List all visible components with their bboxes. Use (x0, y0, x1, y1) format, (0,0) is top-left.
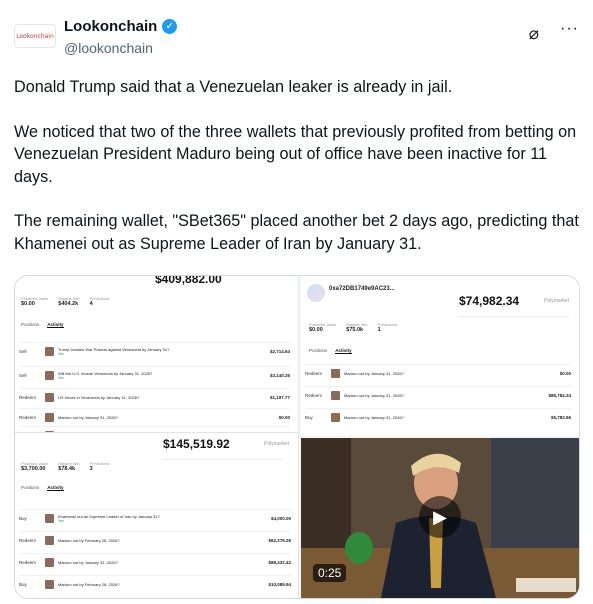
stat: Biggest Win $78.4k (58, 461, 80, 472)
tweet-text: Donald Trump said that a Venezuelan leak… (14, 76, 579, 277)
tab-activity[interactable]: Activity (47, 322, 64, 328)
screenshot-right[interactable]: 0xa72DB1749e9AC23... $74,982.34 Polymark… (301, 276, 579, 436)
chart-baseline (459, 316, 569, 317)
tweet-paragraph: The remaining wallet, "SBet365" placed a… (14, 212, 579, 253)
stat: Predictions 4 (89, 296, 110, 307)
handle[interactable]: @lookonchain (64, 40, 153, 56)
market-thumb (331, 391, 340, 400)
activity-row: Redeem US forces in Venezuela by January… (19, 388, 290, 406)
activity-row: Redeem Maduro out by February 28, 2026? … (19, 531, 291, 549)
tab-positions[interactable]: Positions (21, 322, 39, 328)
market-thumb (45, 536, 54, 545)
media-grid[interactable]: $409,882.00 Positions Value $0.00 Biggest… (14, 275, 580, 599)
name-row: Lookonchain ✓ (64, 18, 178, 35)
stats-row: Positions Value $0.00 Biggest Win $404.2k … (21, 296, 109, 307)
big-value: $74,982.34 (459, 294, 520, 308)
wallet-address: 0xa72DB1749e9AC23... (329, 286, 395, 292)
tweet-header: Lookonchain Lookonchain ✓ @lookonchain ⌀… (14, 12, 579, 62)
market-thumb (331, 369, 340, 378)
second-big-value: $145,519.92 (163, 437, 230, 451)
tab-activity[interactable]: Activity (47, 485, 64, 491)
activity-row: Sell Will the U.S. invade Venezuela by J… (19, 366, 290, 384)
activity-row: Buy Maduro out by February 28, 2026? $10… (19, 575, 291, 593)
tabs: Positions Activity (21, 322, 64, 328)
verified-badge-icon: ✓ (162, 19, 178, 34)
avatar[interactable]: Lookonchain (14, 24, 56, 48)
activity-row: Redeem Maduro out by January 31, 2026? $… (305, 386, 571, 404)
grok-icon[interactable]: ⌀ (529, 24, 539, 44)
stat: Predictions 3 (89, 461, 110, 472)
activity-row: Redeem Maduro out by January 31, 2026? $… (19, 553, 291, 571)
market-thumb (45, 413, 54, 422)
chart-baseline (163, 459, 283, 460)
tweet-paragraph: We noticed that two of the three wallets… (14, 122, 577, 186)
video-duration: 0:25 (313, 564, 347, 582)
tab-positions[interactable]: Positions (21, 485, 39, 491)
tabs: Positions Activity (21, 485, 64, 491)
market-thumb (45, 347, 54, 356)
screenshot-left[interactable]: $409,882.00 Positions Value $0.00 Biggest… (15, 276, 299, 598)
stat: Positions Value $3,700.00 (21, 461, 49, 472)
market-thumb (331, 413, 340, 422)
market-thumb (45, 371, 54, 380)
stat: Biggest Win $404.2k (58, 296, 80, 307)
tabs: Positions Activity (309, 348, 352, 354)
display-name[interactable]: Lookonchain (64, 18, 157, 35)
stat: Positions Value $0.00 (21, 296, 49, 307)
wallet-avatar (307, 284, 325, 302)
market-thumb (45, 393, 54, 402)
tab-positions[interactable]: Positions (309, 348, 327, 354)
polymarket-label: Polymarket (543, 298, 569, 304)
market-thumb (45, 580, 54, 589)
tweet-paragraph: Donald Trump said that a Venezuelan leak… (14, 78, 453, 96)
avatar-logo-text: Lookonchain (16, 32, 54, 40)
stats-row: Positions Value $0.00 Biggest Win $75.0k P… (309, 322, 397, 333)
top-value: $409,882.00 (155, 276, 222, 286)
stat: Predictions 1 (377, 322, 398, 333)
activity-row: Redeem Maduro out by January 31, 2026? $… (19, 408, 290, 426)
more-options-icon[interactable]: ··· (560, 20, 579, 38)
activity-row: Buy Maduro out by January 31, 2026? $5,7… (305, 408, 571, 426)
activity-row: Redeem Maduro out by January 31, 2026? $… (305, 364, 571, 382)
play-icon[interactable]: ▶ (419, 496, 461, 538)
tab-activity[interactable]: Activity (335, 348, 352, 354)
polymarket-label: Polymarket (263, 441, 289, 447)
second-profile: $145,519.92 Polymarket Positions Value $3… (15, 432, 298, 598)
activity-row: Sell Trump Invokes War Powers against Ve… (19, 342, 290, 360)
video-thumbnail[interactable]: ▶ 0:25 (301, 438, 579, 598)
stat: Biggest Win $75.0k (346, 322, 368, 333)
activity-row: Buy Khamenei out as Supreme Leader of Ir… (19, 509, 291, 527)
stats-row: Positions Value $3,700.00 Biggest Win $78.… (21, 461, 109, 472)
stat: Positions Value $0.00 (309, 322, 337, 333)
market-thumb (45, 514, 54, 523)
market-thumb (45, 558, 54, 567)
